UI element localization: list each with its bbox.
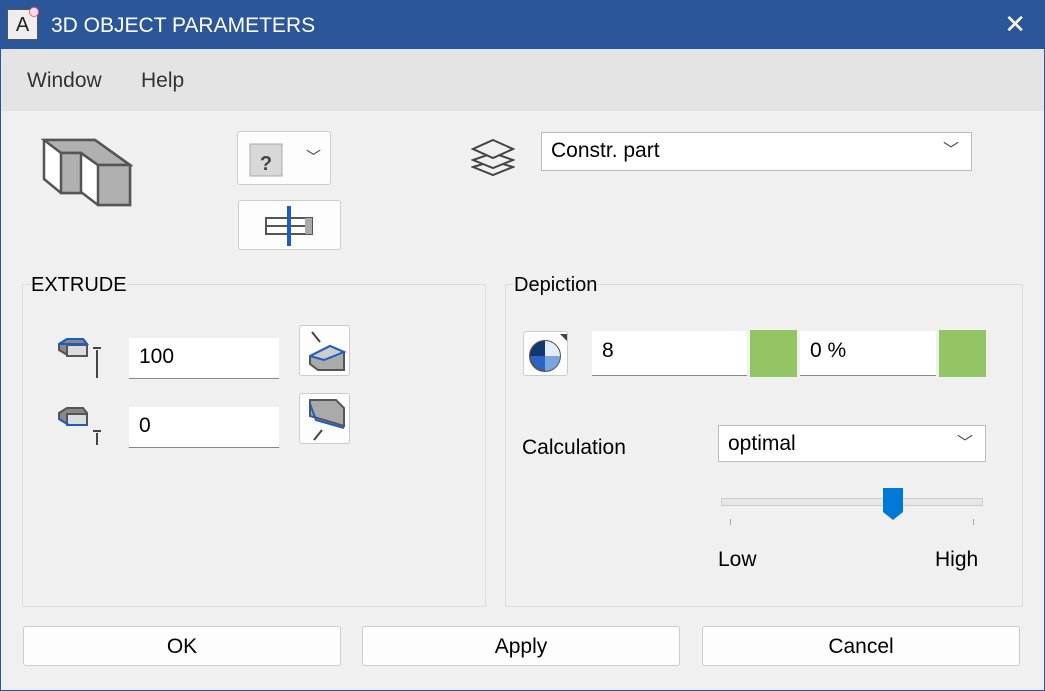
layers-icon <box>471 138 515 177</box>
dialog-window: A 3D OBJECT PARAMETERS ✕ Window Help ? ﹀… <box>0 0 1045 691</box>
chevron-down-icon: ﹀ <box>942 142 959 159</box>
calculation-select-value: optimal <box>728 432 796 455</box>
quality-slider-thumb[interactable] <box>882 488 903 520</box>
window-title: 3D OBJECT PARAMETERS <box>51 14 316 37</box>
extrude-label: EXTRUDE <box>31 274 127 297</box>
segments-input[interactable]: 8 <box>592 331 747 376</box>
extrude-top-pick-button[interactable] <box>299 325 350 376</box>
layer-select-value: Constr. part <box>551 139 660 162</box>
color-swatch-2[interactable] <box>939 330 986 377</box>
slider-tick-high <box>973 519 974 525</box>
cancel-button[interactable]: Cancel <box>702 626 1020 666</box>
pick-bottom-icon <box>309 399 345 441</box>
extrude-bottom-input[interactable]: 0 <box>129 407 279 448</box>
calculation-select[interactable]: optimal ﹀ <box>718 425 986 462</box>
3d-object-icon <box>41 138 133 207</box>
chevron-down-icon: ﹀ <box>956 435 973 452</box>
layer-select[interactable]: Constr. part ﹀ <box>541 132 972 171</box>
color-swatch-1[interactable] <box>750 330 797 377</box>
unknown-surface-icon: ? <box>249 143 283 177</box>
slider-low-label: Low <box>718 548 757 571</box>
slider-tick-low <box>730 519 731 525</box>
transparency-input[interactable]: 0 % <box>800 331 936 376</box>
extrude-bottom-pick-button[interactable] <box>299 393 350 444</box>
depiction-label: Depiction <box>514 274 598 297</box>
app-icon-letter: A <box>15 14 30 36</box>
section-plane-icon <box>265 206 313 246</box>
extrude-top-input[interactable]: 100 <box>129 338 279 379</box>
extrude-top-icon <box>58 338 101 378</box>
quality-slider-track[interactable] <box>721 498 983 506</box>
color-wheel-icon <box>529 334 567 372</box>
slider-high-label: High <box>935 548 979 571</box>
chevron-down-icon: ﹀ <box>306 149 322 166</box>
close-button[interactable]: ✕ <box>1004 9 1026 40</box>
pick-top-icon <box>309 331 347 371</box>
menu-bar: Window Help <box>1 49 1044 111</box>
menu-help[interactable]: Help <box>141 69 184 93</box>
svg-text:?: ? <box>260 153 272 175</box>
calculation-label: Calculation <box>522 436 626 459</box>
color-wheel-button[interactable] <box>523 331 568 376</box>
ok-button[interactable]: OK <box>23 626 341 666</box>
app-icon: A <box>7 7 39 40</box>
surface-dropdown-button[interactable]: ? ﹀ <box>237 131 331 185</box>
section-plane-button[interactable] <box>238 200 341 250</box>
title-bar: A 3D OBJECT PARAMETERS ✕ <box>1 1 1044 49</box>
extrude-bottom-icon <box>58 407 101 445</box>
apply-button[interactable]: Apply <box>362 626 680 666</box>
menu-window[interactable]: Window <box>27 69 102 93</box>
